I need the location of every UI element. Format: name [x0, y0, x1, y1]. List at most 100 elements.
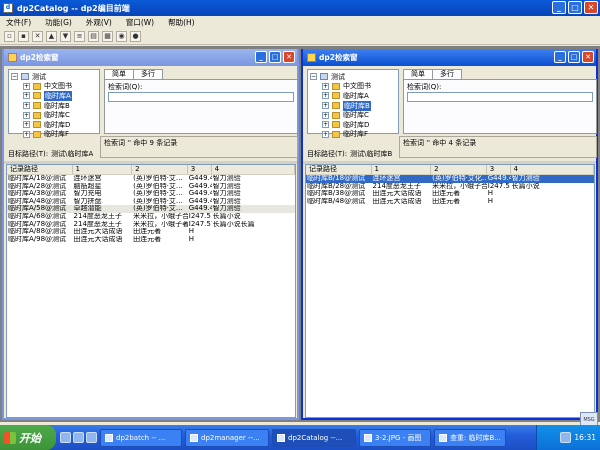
tree-node[interactable]: + 临时库B — [11, 101, 97, 111]
table-row[interactable]: 临时库A/28@测试脑筋超星 (英)罗伯特·艾… G449.4智力测验 — [7, 183, 295, 191]
table-row[interactable]: 临时库B/18@测试连环迷宫 (英)罗伯特·艾化…G449.4智力测验 — [306, 175, 594, 183]
tree-node[interactable]: + 临时库F — [11, 130, 97, 140]
tree-node[interactable]: + 中文图书 — [11, 82, 97, 92]
taskbar-item[interactable]: 3-2.JPG - 画图 — [359, 428, 431, 447]
column-header[interactable]: 记录路径 — [7, 165, 73, 174]
minimize-button[interactable]: _ — [554, 51, 566, 63]
expand-icon[interactable]: + — [23, 111, 30, 119]
tree-root[interactable]: − 测试 — [11, 72, 97, 82]
database-tree[interactable]: − 测试 + 中文图书 + 临时库A + 临时库B + 临时库C + 临时库D + 临时库F — [8, 69, 100, 138]
maximize-button[interactable]: □ — [269, 51, 281, 63]
column-header[interactable]: 4 — [511, 165, 594, 174]
maximize-button[interactable]: □ — [568, 1, 582, 14]
tree-node[interactable]: + 临时库A — [310, 91, 396, 101]
expand-icon[interactable]: + — [322, 102, 329, 110]
database-tree[interactable]: − 测试 + 中文图书 + 临时库A + 临时库B + 临时库C + 临时库D + 临时库F — [307, 69, 399, 138]
table-row[interactable]: 临时库A/78@测试 214度恶龙王子 米米拉，小蛾子著I247.57长篇小说长篇 — [7, 221, 295, 229]
expand-icon[interactable]: + — [23, 82, 30, 90]
tab-multiline[interactable]: 多行 — [432, 69, 462, 79]
table-cell: 临时库A/38@测试 — [8, 190, 67, 198]
taskbar-item[interactable]: dp2manager --... — [185, 428, 269, 447]
table-row[interactable]: 临时库A/18@测试连环迷宫 (英)罗伯特·艾… G449.4智力测验 — [7, 175, 295, 183]
record-list[interactable]: 记录路径 1 2 3 4 临时库A/18@测试 连环迷宫 (英)罗伯特·艾… G449… — [6, 164, 296, 418]
search-icon[interactable]: ◉ — [116, 31, 127, 42]
expand-icon[interactable]: + — [23, 102, 30, 110]
taskbar-item[interactable]: dp2batch -- ... — [100, 428, 182, 447]
new-icon[interactable]: ▫ — [4, 31, 15, 42]
column-header[interactable]: 3 — [188, 165, 212, 174]
save-icon[interactable]: ▪ — [18, 31, 29, 42]
up-icon[interactable]: ▲ — [46, 31, 57, 42]
expand-icon[interactable]: + — [23, 130, 30, 138]
expand-icon[interactable]: + — [23, 92, 30, 100]
table-row[interactable]: 临时库B/28@测试 214度恶龙王子 米米拉，小蛾子合著I247.5长篇小说 — [306, 183, 594, 191]
query-input[interactable] — [407, 92, 593, 102]
collapse-icon[interactable]: − — [11, 73, 18, 81]
table-cell: 米米拉，小蛾子合著 — [133, 212, 188, 220]
table-row[interactable]: 临时库A/98@测试 田连元大话成语 田连元著 H — [7, 236, 295, 244]
expand-icon[interactable]: + — [322, 111, 329, 119]
collapse-icon[interactable]: − — [310, 73, 317, 81]
tab-multiline[interactable]: 多行 — [133, 69, 163, 79]
table-row[interactable]: 临时库A/38@测试智力充电 (英)罗伯特·艾… G449.4智力测验 — [7, 190, 295, 198]
expand-icon[interactable]: + — [322, 92, 329, 100]
expand-icon[interactable]: + — [322, 82, 329, 90]
tree-node[interactable]: + 临时库D — [11, 120, 97, 130]
table-cell: 智力测验 — [212, 197, 241, 205]
column-header[interactable]: 2 — [132, 165, 188, 174]
tree-node[interactable]: + 临时库C — [11, 110, 97, 120]
stop-icon[interactable]: ● — [130, 31, 141, 42]
column-header[interactable]: 1 — [372, 165, 432, 174]
close-button[interactable]: ✕ — [582, 51, 594, 63]
menu-help[interactable]: 帮助(H) — [168, 17, 195, 28]
ie-icon[interactable] — [60, 432, 71, 443]
list-icon[interactable]: ≡ — [74, 31, 85, 42]
table-cell: (英)罗伯特·艾化… — [432, 175, 487, 182]
form-icon[interactable]: ▦ — [102, 31, 113, 42]
delete-icon[interactable]: ✕ — [32, 31, 43, 42]
tree-node[interactable]: + 临时库C — [310, 110, 396, 120]
detail-icon[interactable]: ▤ — [88, 31, 99, 42]
column-header[interactable]: 2 — [431, 165, 487, 174]
table-row[interactable]: 临时库A/88@测试 田连元大话成语 田连元著 H — [7, 228, 295, 236]
minimize-button[interactable]: _ — [552, 1, 566, 14]
expand-icon[interactable]: + — [23, 121, 30, 129]
tree-root[interactable]: − 测试 — [310, 72, 396, 82]
tray-icon[interactable] — [560, 432, 572, 443]
menu-function[interactable]: 功能(G) — [45, 17, 72, 28]
table-row[interactable]: 临时库B/48@测试 田连元大话成语 田连元著 H — [306, 198, 594, 206]
column-header[interactable]: 3 — [487, 165, 511, 174]
tree-node[interactable]: + 临时库F — [310, 130, 396, 140]
expand-icon[interactable]: + — [322, 130, 329, 138]
table-row[interactable]: 临时库A/48@测试智力拼盘 (英)罗伯特·艾… G449.4智力测验 — [7, 198, 295, 206]
start-button[interactable]: 开始 — [0, 425, 56, 450]
close-button[interactable]: ✕ — [283, 51, 295, 63]
menu-view[interactable]: 外观(V) — [86, 17, 112, 28]
column-header[interactable]: 1 — [73, 165, 133, 174]
menu-window[interactable]: 窗口(W) — [126, 17, 154, 28]
tree-node[interactable]: + 临时库A — [11, 90, 97, 101]
table-cell: (英)罗伯特·艾… — [133, 175, 183, 182]
expand-icon[interactable]: + — [322, 121, 329, 129]
down-icon[interactable]: ▼ — [60, 31, 71, 42]
query-input[interactable] — [108, 92, 294, 102]
menu-file[interactable]: 文件(F) — [6, 17, 31, 28]
table-row[interactable]: 临时库A/58@测试卓越潜能 (英)罗伯特·艾… G449.4智力测验 — [7, 205, 295, 213]
mdi-workspace: dp2检索窗 _ □ ✕ − 测试 + 中文图书 + 临时库A + 临时库B + 临时库C… — [0, 46, 600, 422]
column-header[interactable]: 4 — [212, 165, 295, 174]
close-button[interactable]: ✕ — [584, 1, 598, 14]
tree-node[interactable]: + 中文图书 — [310, 82, 396, 92]
tree-node[interactable]: + 临时库B — [310, 100, 396, 111]
explorer-icon[interactable] — [73, 432, 84, 443]
table-row[interactable]: 临时库B/38@测试 田连元大话成语 田连元著 H — [306, 190, 594, 198]
media-icon[interactable] — [86, 432, 97, 443]
taskbar-item[interactable]: 查重: 临时库B... — [434, 428, 506, 447]
taskbar-item-active[interactable]: dp2Catalog --... — [272, 428, 356, 447]
minimize-button[interactable]: _ — [255, 51, 267, 63]
record-list[interactable]: 记录路径 1 2 3 4 临时库B/18@测试 连环迷宫 (英)罗伯特·艾化… G44… — [305, 164, 595, 418]
maximize-button[interactable]: □ — [568, 51, 580, 63]
column-header[interactable]: 记录路径 — [306, 165, 372, 174]
table-row[interactable]: 临时库A/68@测试 214度恶龙王子 米米拉，小蛾子合著I247.5长篇小说 — [7, 213, 295, 221]
tree-node[interactable]: + 临时库D — [310, 120, 396, 130]
windows-logo-icon — [4, 431, 16, 444]
